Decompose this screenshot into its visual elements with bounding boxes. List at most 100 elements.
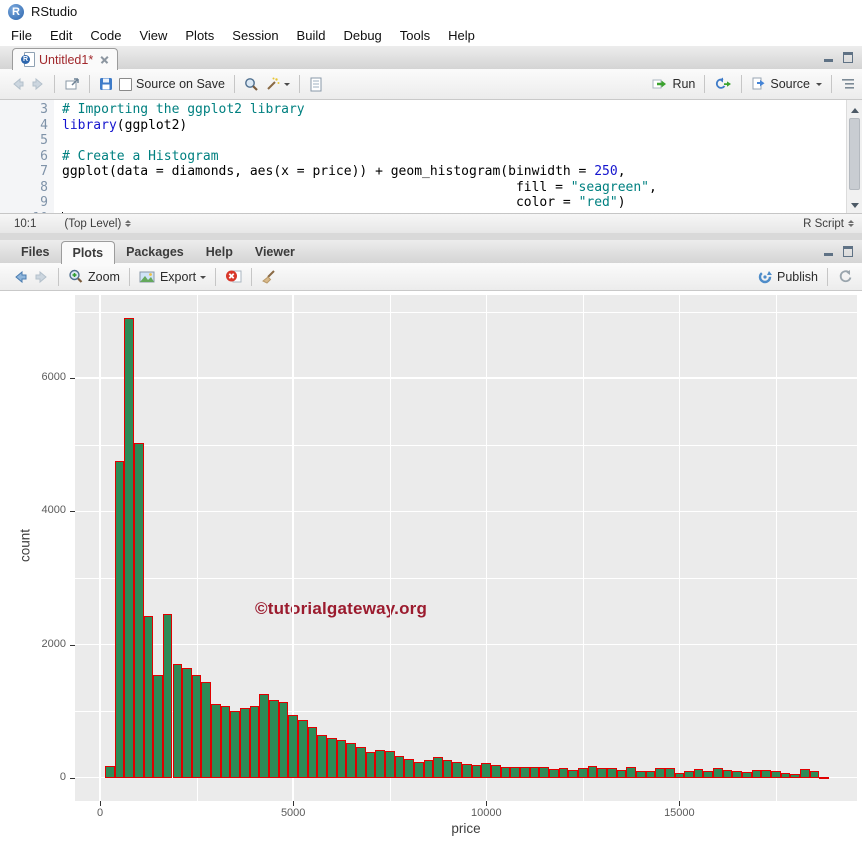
menu-item-edit[interactable]: Edit bbox=[41, 26, 81, 45]
histogram-bar bbox=[211, 704, 221, 778]
histogram-bar bbox=[626, 767, 636, 778]
pane-minimize-button[interactable] bbox=[823, 52, 835, 63]
refresh-icon bbox=[837, 269, 853, 284]
menu-bar: FileEditCodeViewPlotsSessionBuildDebugTo… bbox=[0, 24, 862, 46]
tab-help[interactable]: Help bbox=[195, 241, 244, 263]
compile-report-button[interactable] bbox=[306, 75, 326, 94]
y-axis-tick bbox=[70, 778, 75, 779]
code-segment-plain: (ggplot2) bbox=[117, 118, 187, 133]
menu-item-help[interactable]: Help bbox=[439, 26, 484, 45]
tab-close-icon[interactable] bbox=[100, 55, 109, 64]
gridline-major-v bbox=[99, 295, 101, 801]
document-outline-button[interactable] bbox=[838, 76, 858, 92]
histogram-bar bbox=[366, 752, 376, 778]
gridline-minor-v bbox=[776, 295, 777, 801]
find-replace-button[interactable] bbox=[241, 75, 262, 94]
histogram-bar bbox=[163, 614, 173, 778]
histogram-bar bbox=[646, 771, 656, 778]
histogram-bar bbox=[810, 771, 820, 778]
histogram-bar bbox=[530, 767, 540, 778]
run-button[interactable]: Run bbox=[649, 75, 698, 93]
histogram-bar bbox=[443, 760, 453, 777]
export-caret-icon bbox=[200, 276, 206, 282]
tab-viewer[interactable]: Viewer bbox=[244, 241, 306, 263]
forward-button[interactable] bbox=[28, 75, 48, 93]
scrollbar-thumb[interactable] bbox=[849, 118, 860, 190]
source-menu-button[interactable] bbox=[813, 77, 825, 91]
histogram-bar bbox=[346, 743, 356, 778]
histogram-bar bbox=[742, 772, 752, 778]
histogram-bar bbox=[462, 764, 472, 778]
rstudio-logo-icon: R bbox=[8, 4, 24, 20]
menu-item-file[interactable]: File bbox=[2, 26, 41, 45]
histogram-bar bbox=[144, 616, 154, 778]
menu-item-tools[interactable]: Tools bbox=[391, 26, 439, 45]
save-button[interactable] bbox=[96, 75, 116, 93]
histogram-bar bbox=[375, 750, 385, 777]
menu-item-debug[interactable]: Debug bbox=[334, 26, 390, 45]
histogram-bar bbox=[182, 668, 192, 778]
tab-packages[interactable]: Packages bbox=[115, 241, 195, 263]
scroll-down-button[interactable] bbox=[847, 199, 862, 213]
export-button[interactable]: Export bbox=[136, 268, 209, 286]
code-editor[interactable]: 3# Importing the ggplot2 library4library… bbox=[0, 100, 862, 213]
code-segment-comment: # Create a Histogram bbox=[62, 149, 219, 164]
run-label: Run bbox=[672, 77, 695, 91]
code-text: fill = "seagreen", bbox=[62, 180, 657, 196]
plots-pane-minimize-button[interactable] bbox=[823, 246, 835, 257]
menu-item-code[interactable]: Code bbox=[81, 26, 130, 45]
plots-tabstrip: FilesPlotsPackagesHelpViewer bbox=[0, 240, 862, 263]
window-title: RStudio bbox=[31, 0, 77, 24]
code-segment-plain: , bbox=[618, 164, 626, 179]
x-axis-tick bbox=[293, 801, 294, 806]
y-axis-tick bbox=[70, 378, 75, 379]
remove-plot-button[interactable] bbox=[222, 267, 245, 286]
code-line: 8 fill = "seagreen", bbox=[0, 180, 862, 196]
plots-pane-maximize-button[interactable] bbox=[842, 246, 854, 257]
code-tools-button[interactable] bbox=[262, 75, 293, 93]
menu-item-view[interactable]: View bbox=[130, 26, 176, 45]
document-tab[interactable]: R Untitled1* bbox=[12, 48, 118, 70]
rerun-button[interactable] bbox=[711, 75, 735, 93]
line-number: 8 bbox=[0, 180, 48, 196]
back-arrow-icon bbox=[13, 270, 28, 284]
histogram-bar bbox=[790, 774, 800, 778]
histogram-bar bbox=[298, 720, 308, 777]
tab-files[interactable]: Files bbox=[10, 241, 61, 263]
y-axis-tick-label: 0 bbox=[18, 771, 66, 783]
source-button[interactable]: Source bbox=[748, 75, 813, 93]
zoom-magnifier-icon bbox=[68, 269, 84, 284]
file-type-selector[interactable]: R Script bbox=[803, 218, 844, 230]
editor-scrollbar[interactable] bbox=[846, 100, 862, 213]
histogram-bar bbox=[433, 757, 443, 777]
next-plot-button[interactable] bbox=[31, 268, 52, 286]
open-in-new-window-button[interactable] bbox=[61, 75, 83, 93]
pane-divider[interactable] bbox=[0, 233, 862, 240]
previous-plot-button[interactable] bbox=[10, 268, 31, 286]
menu-item-session[interactable]: Session bbox=[223, 26, 287, 45]
publish-button[interactable]: Publish bbox=[754, 267, 821, 287]
back-arrow-icon bbox=[11, 77, 25, 91]
outline-icon bbox=[841, 78, 855, 90]
x-axis-tick bbox=[486, 801, 487, 806]
source-on-save-checkbox[interactable]: Source on Save bbox=[116, 75, 228, 93]
menu-item-build[interactable]: Build bbox=[288, 26, 335, 45]
scope-selector[interactable]: (Top Level) bbox=[64, 218, 121, 230]
zoom-label: Zoom bbox=[88, 270, 120, 284]
gridline-minor-h bbox=[75, 312, 857, 313]
menu-item-plots[interactable]: Plots bbox=[176, 26, 223, 45]
line-number: 4 bbox=[0, 118, 48, 134]
refresh-plot-button[interactable] bbox=[834, 267, 856, 286]
histogram-bar bbox=[481, 763, 491, 777]
tab-plots[interactable]: Plots bbox=[61, 241, 116, 264]
forward-arrow-icon bbox=[34, 270, 49, 284]
back-button[interactable] bbox=[8, 75, 28, 93]
gridline-minor-v bbox=[583, 295, 584, 801]
pane-maximize-button[interactable] bbox=[842, 52, 854, 63]
clear-all-plots-button[interactable] bbox=[258, 267, 280, 286]
histogram-bar bbox=[115, 461, 125, 778]
source-label: Source bbox=[770, 77, 810, 91]
export-image-icon bbox=[139, 270, 156, 284]
scroll-up-button[interactable] bbox=[847, 100, 862, 114]
zoom-button[interactable]: Zoom bbox=[65, 267, 123, 286]
